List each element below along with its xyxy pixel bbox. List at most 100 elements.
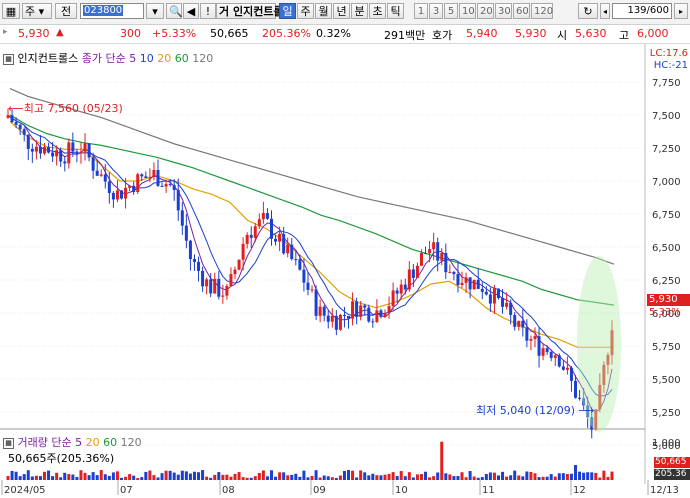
vol-tick-label: 1,000: [652, 438, 681, 449]
volume-bar: [278, 472, 282, 480]
period-tab-1[interactable]: 주: [297, 3, 314, 19]
volume-bar: [42, 471, 46, 480]
interval-button-10[interactable]: 10: [459, 3, 476, 19]
volume-bar: [326, 476, 330, 480]
volume-bar: [245, 477, 249, 480]
candle-body: [156, 169, 160, 186]
candle-body: [533, 336, 537, 340]
step-down-button[interactable]: ◂: [600, 3, 610, 19]
volume-bar: [265, 476, 269, 480]
period-tab-6[interactable]: 틱: [387, 3, 404, 19]
volume-bar: [148, 470, 152, 480]
volume-bar: [574, 465, 578, 480]
candle-body: [75, 151, 79, 154]
candle-body: [334, 315, 338, 330]
volume-bar: [480, 477, 484, 480]
candle-body: [480, 288, 484, 292]
candle-body: [549, 351, 553, 358]
stock-code-field[interactable]: 023800: [80, 3, 144, 19]
volume-bar: [6, 476, 10, 480]
candle-body: [476, 279, 480, 289]
price-change-pct: +5.33%: [152, 27, 197, 40]
candle-body: [488, 294, 492, 304]
volume-bar: [10, 470, 14, 480]
interval-button-60[interactable]: 60: [513, 3, 530, 19]
volume-bar: [513, 470, 517, 480]
volume-bar: [160, 473, 164, 480]
count-field[interactable]: 139/600: [612, 3, 672, 19]
step-up-button[interactable]: ▸: [674, 3, 688, 19]
legend-ma-20: 20: [153, 52, 172, 65]
legend-grid-icon[interactable]: ▦: [3, 53, 14, 65]
period-tab-3[interactable]: 년: [333, 3, 350, 19]
candle-body: [383, 313, 387, 317]
volume-bar: [55, 472, 59, 480]
volume-bar: [363, 472, 367, 480]
y-tick-label: 7,250: [652, 144, 681, 155]
period-tab-5[interactable]: 초: [369, 3, 386, 19]
candle-body: [197, 261, 201, 271]
candle-body: [501, 298, 505, 307]
volume-bar: [501, 471, 505, 480]
chart-menu-icon[interactable]: ▦: [2, 3, 20, 19]
volume-bar: [569, 473, 573, 480]
candle-body: [148, 177, 152, 179]
stock-name-label: 거 인지컨트롤: [216, 3, 284, 19]
interval-button-30[interactable]: 30: [495, 3, 512, 19]
y-tick-label: 6,750: [652, 210, 681, 221]
volume-bar: [241, 477, 245, 480]
candle-body: [47, 146, 51, 153]
volume-bar: [533, 473, 537, 480]
speaker-icon[interactable]: ◀: [183, 3, 199, 19]
code-dropdown-button[interactable]: ▾: [146, 3, 164, 19]
volume-bar: [318, 477, 322, 480]
y-tick-label: 7,750: [652, 78, 681, 89]
candle-body: [42, 146, 46, 154]
stock-name-text: 인지컨트롤: [232, 5, 284, 18]
candle-body: [205, 279, 209, 287]
period-tab-4[interactable]: 분: [351, 3, 368, 19]
candle-body: [253, 226, 257, 238]
candle-body: [355, 301, 359, 317]
alert-icon[interactable]: !: [200, 3, 216, 19]
chart-area[interactable]: 7,750 7,500 7,250 7,000 6,750 6,500 6,250 6,000…: [0, 44, 690, 496]
candle-body: [432, 242, 436, 250]
volume-bar: [448, 474, 452, 480]
search-icon[interactable]: 🔍: [166, 3, 183, 19]
period-tab-2[interactable]: 월: [315, 3, 332, 19]
candle-body: [188, 240, 192, 260]
volume-bar: [107, 475, 111, 480]
volume-bar: [517, 475, 521, 480]
candle-body: [265, 213, 269, 219]
volume-bar: [444, 473, 448, 480]
volume-legend: ▦ 거래량 단순 5 20 60 120: [3, 434, 142, 450]
volume-bar: [274, 476, 278, 480]
candle-body: [192, 259, 196, 262]
volume-bar: [192, 471, 196, 480]
volume-bar: [34, 475, 38, 480]
interval-button-120[interactable]: 120: [531, 3, 553, 19]
volume-bar: [115, 471, 119, 480]
candle-body: [541, 348, 545, 356]
interval-button-3[interactable]: 3: [429, 3, 443, 19]
candle-body: [237, 259, 241, 270]
volume-bar: [496, 475, 500, 480]
type-select[interactable]: 주 ▾: [22, 3, 52, 19]
volume-bar: [468, 471, 472, 480]
info-scroll-icon[interactable]: ▸: [3, 27, 8, 37]
volume-bar: [79, 470, 83, 480]
volume-bar: [168, 470, 172, 480]
refresh-button[interactable]: ↻: [578, 3, 598, 19]
open-price: 5,630: [575, 27, 607, 40]
period-tab-0[interactable]: 일: [279, 3, 296, 19]
interval-button-1[interactable]: 1: [414, 3, 428, 19]
volume-bar: [415, 474, 419, 480]
volume-bar: [156, 477, 160, 480]
prev-button[interactable]: 전: [55, 3, 77, 19]
candle-body: [95, 170, 99, 176]
interval-button-20[interactable]: 20: [477, 3, 494, 19]
candle-body: [120, 190, 124, 199]
volume-bar: [310, 476, 314, 480]
volume-grid-icon[interactable]: ▦: [3, 437, 14, 449]
interval-button-5[interactable]: 5: [444, 3, 458, 19]
